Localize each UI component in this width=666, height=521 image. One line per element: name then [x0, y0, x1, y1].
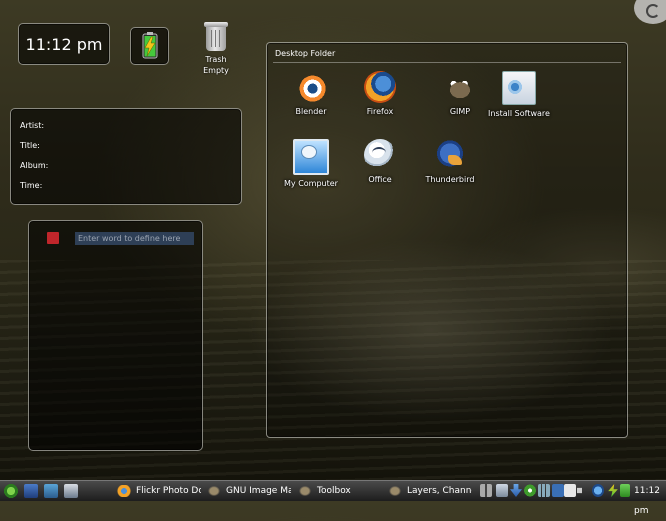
documents-icon[interactable] — [564, 484, 576, 497]
gimp-icon — [298, 484, 312, 497]
show-desktop-icon[interactable] — [24, 484, 38, 498]
clock-widget: 11:12 pm — [18, 23, 110, 65]
install-software-icon — [502, 71, 536, 105]
clock-time: 11:12 pm — [25, 35, 103, 54]
firefox-icon — [117, 484, 131, 497]
trash-icon — [204, 22, 228, 51]
dictionary-search-input[interactable] — [75, 232, 194, 245]
clipboard-icon[interactable] — [496, 484, 508, 497]
task-label: GNU Image Man — [226, 486, 291, 496]
app-label: Blender — [295, 107, 327, 116]
file-manager-icon[interactable] — [44, 484, 58, 498]
task-label: Layers, Channel — [407, 486, 472, 496]
trash-label: Trash — [205, 55, 227, 64]
folder-title-divider — [273, 62, 621, 63]
folder-title: Desktop Folder — [275, 49, 336, 58]
thunderbird-icon — [434, 139, 466, 171]
signal-icon[interactable] — [538, 484, 550, 497]
task-label: Flickr Photo Do — [136, 486, 201, 496]
now-playing-widget: Artist: Title: Album: Time: — [10, 108, 242, 205]
device-notifier-icon[interactable] — [552, 484, 564, 497]
app-label: Thunderbird — [425, 175, 475, 184]
volume-icon[interactable] — [577, 484, 587, 497]
my-computer-icon — [293, 139, 329, 175]
app-blender[interactable]: Blender — [280, 71, 342, 117]
app-thunderbird[interactable]: Thunderbird — [419, 139, 481, 185]
task-label: Toolbox — [317, 486, 351, 496]
app-firefox[interactable]: Firefox — [349, 71, 411, 117]
app-menu-icon[interactable] — [4, 484, 18, 498]
gimp-icon — [207, 484, 221, 497]
kde-network-icon[interactable] — [592, 484, 604, 497]
app-gimp[interactable]: GIMP — [429, 71, 491, 117]
task-firefox[interactable]: Flickr Photo Do — [117, 482, 201, 500]
task-toolbox[interactable]: Toolbox — [298, 482, 382, 500]
app-label: GIMP — [449, 107, 471, 116]
app-label: Firefox — [366, 107, 394, 116]
firefox-icon — [364, 71, 396, 103]
app-label: Install Software — [488, 109, 550, 118]
gimp-icon — [388, 484, 402, 497]
album-label: Album: — [20, 161, 49, 170]
network-status-icon[interactable] — [524, 484, 536, 497]
app-label: My Computer — [284, 179, 338, 188]
task-layers[interactable]: Layers, Channel — [388, 482, 472, 500]
desktop-folder-view: Desktop Folder Blender Firefox GIMP Inst… — [266, 42, 628, 438]
taskbar-clock[interactable]: 11:12 pm — [634, 481, 666, 516]
battery-tray-icon[interactable] — [608, 484, 618, 497]
title-label: Title: — [20, 141, 40, 150]
office-icon — [364, 139, 396, 171]
app-install-software[interactable]: Install Software — [488, 71, 550, 119]
taskbar: Flickr Photo Do GNU Image Man Toolbox La… — [0, 480, 666, 516]
app-label: Office — [368, 175, 392, 184]
battery-widget[interactable] — [130, 27, 169, 65]
updates-arrow-icon[interactable] — [510, 484, 522, 497]
gimp-icon — [444, 71, 476, 103]
app-my-computer[interactable]: My Computer — [280, 139, 342, 189]
time-label: Time: — [20, 181, 43, 190]
dictionary-widget — [28, 220, 203, 451]
dictionary-icon — [47, 232, 59, 244]
desktop-toolbox-button[interactable] — [634, 0, 666, 24]
battery-icon — [142, 32, 158, 59]
artist-label: Artist: — [20, 121, 45, 130]
power-icon[interactable] — [620, 484, 630, 497]
trash-status: Empty — [203, 66, 229, 75]
blender-icon — [295, 71, 327, 103]
trash-desktop-icon[interactable]: Trash Empty — [194, 22, 238, 76]
app-office[interactable]: Office — [349, 139, 411, 185]
task-gimp-main[interactable]: GNU Image Man — [207, 482, 291, 500]
pager-icon[interactable] — [480, 484, 492, 497]
computer-icon[interactable] — [64, 484, 78, 498]
plasma-toolbox-icon — [646, 4, 660, 18]
